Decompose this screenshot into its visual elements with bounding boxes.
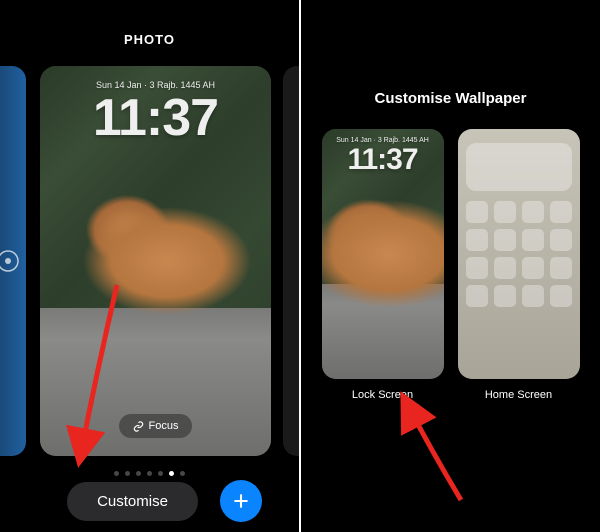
plus-icon <box>231 491 251 511</box>
lock-time: 11:37 <box>40 92 271 144</box>
page-indicator <box>0 471 299 476</box>
link-icon <box>133 421 144 432</box>
customise-title: Customise Wallpaper <box>319 90 582 107</box>
preview-row: Sun 14 Jan · 3 Rajb. 1445 AH 11:37 Lock … <box>319 129 582 401</box>
lock-clock-overlay: Sun 14 Jan · 3 Rajb. 1445 AH 11:37 <box>322 137 444 175</box>
lock-screen-label: Lock Screen <box>322 389 444 401</box>
astronomy-icon <box>0 247 22 275</box>
wallpaper-preview-card[interactable]: Sun 14 Jan · 3 Rajb. 1445 AH 11:37 Focus <box>40 66 271 456</box>
customise-wallpaper-panel: Customise Wallpaper Sun 14 Jan · 3 Rajb.… <box>301 0 600 532</box>
home-icons-grid <box>466 201 572 307</box>
home-widget-placeholder <box>466 143 572 191</box>
add-wallpaper-button[interactable] <box>220 480 262 522</box>
home-screen-preview[interactable] <box>458 129 580 379</box>
previous-wallpaper-sliver[interactable] <box>0 66 26 456</box>
lock-screen-preview[interactable]: Sun 14 Jan · 3 Rajb. 1445 AH 11:37 <box>322 129 444 379</box>
customise-button[interactable]: Customise <box>67 482 198 521</box>
lock-time: 11:37 <box>322 145 444 175</box>
home-screen-label: Home Screen <box>458 389 580 401</box>
annotation-arrow <box>391 390 481 510</box>
lock-clock-overlay: Sun 14 Jan · 3 Rajb. 1445 AH 11:37 <box>40 80 271 144</box>
wallpaper-category-title: PHOTO <box>0 0 299 59</box>
focus-button[interactable]: Focus <box>119 414 193 438</box>
focus-label: Focus <box>149 420 179 432</box>
wallpaper-gallery-panel: PHOTO Sun 14 Jan · 3 Rajb. 1445 AH 11:37… <box>0 0 299 532</box>
next-wallpaper-sliver[interactable] <box>283 66 299 456</box>
